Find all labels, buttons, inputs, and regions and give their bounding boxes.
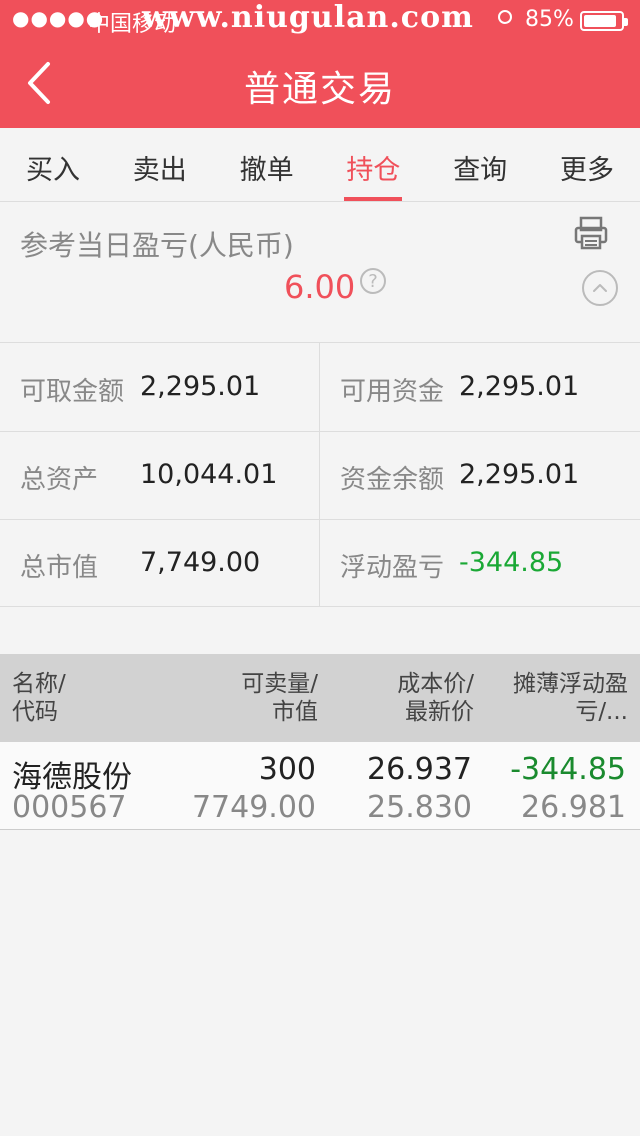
trade-tabs: 买入 卖出 撤单 持仓 查询 更多 [0,128,640,202]
watermark-text: www.niugulan.com [142,0,474,35]
tab-cancel-order[interactable]: 撤单 [240,128,294,201]
battery-percentage: 85% [525,7,574,32]
total-assets-label: 总资产 [20,465,99,495]
header-text: 摊薄浮动盈 [513,671,628,697]
column-header-pl[interactable]: 摊薄浮动盈 亏/... [513,670,628,726]
header-text: 市值 [272,699,318,725]
daily-pl-value: 6.00 [284,268,356,306]
battery-icon [580,11,628,31]
collapse-up-icon[interactable] [582,270,618,306]
withdrawable-value: 2,295.01 [140,371,261,402]
latest-price: 25.830 [367,790,472,825]
page-title: 普通交易 [243,69,396,110]
cost-price: 26.937 [367,752,472,787]
balance-value: 2,295.01 [459,459,580,490]
balance-cell: 资金余额 2,295.01 [320,431,640,519]
help-icon[interactable]: ? [360,268,386,294]
top-bar: ●●●●● 中国移动 www.niugulan.com 85% 普通交易 [0,0,640,128]
diluted-cost: 26.981 [521,790,626,825]
header-text: 代码 [12,699,58,725]
tab-positions[interactable]: 持仓 [344,128,403,201]
wifi-icon [498,10,512,24]
position-market-value: 7749.00 [191,790,316,825]
withdrawable-cell: 可取金额 2,295.01 [0,343,320,431]
floating-pl-cell: 浮动盈亏 -344.85 [320,519,640,607]
account-summary-grid: 可取金额 2,295.01 可用资金 2,295.01 总资产 10,044.0… [0,342,640,607]
available-value: 2,295.01 [459,371,580,402]
holdings-table-header: 名称/ 代码 可卖量/ 市值 成本价/ 最新价 摊薄浮动盈 亏/... [0,654,640,742]
balance-label: 资金余额 [340,465,445,495]
header-text: 最新价 [405,699,474,725]
floating-pl-value: -344.85 [459,547,564,578]
status-bar: ●●●●● 中国移动 www.niugulan.com 85% [0,0,640,40]
daily-pl-panel: 参考当日盈亏(人民币) 6.00 ? [0,202,640,342]
tab-more[interactable]: 更多 [560,128,614,201]
market-value-value: 7,749.00 [140,547,261,578]
header-text: 成本价/ [397,671,474,697]
tab-query[interactable]: 查询 [453,128,507,201]
tab-buy[interactable]: 买入 [26,128,80,201]
available-cell: 可用资金 2,295.01 [320,343,640,431]
floating-pl: -344.85 [510,752,626,787]
stock-code: 000567 [12,790,127,825]
market-value-label: 总市值 [20,553,99,583]
column-header-name[interactable]: 名称/ 代码 [12,670,66,726]
floating-pl-label: 浮动盈亏 [340,553,445,583]
statement-icon[interactable] [574,216,608,250]
header-text: 名称/ [12,671,66,697]
header-text: 亏/... [575,699,628,725]
market-value-cell: 总市值 7,749.00 [0,519,320,607]
withdrawable-label: 可取金额 [20,377,125,407]
total-assets-cell: 总资产 10,044.01 [0,431,320,519]
tab-sell[interactable]: 卖出 [133,128,187,201]
sellable-quantity: 300 [258,752,316,787]
available-label: 可用资金 [340,377,445,407]
daily-pl-label: 参考当日盈亏(人民币) [20,229,294,262]
column-header-price[interactable]: 成本价/ 最新价 [397,670,474,726]
table-row[interactable]: 海德股份 000567 300 7749.00 26.937 25.830 -3… [0,742,640,830]
column-header-quantity[interactable]: 可卖量/ 市值 [241,670,318,726]
total-assets-value: 10,044.01 [140,459,278,490]
header-text: 可卖量/ [241,671,318,697]
